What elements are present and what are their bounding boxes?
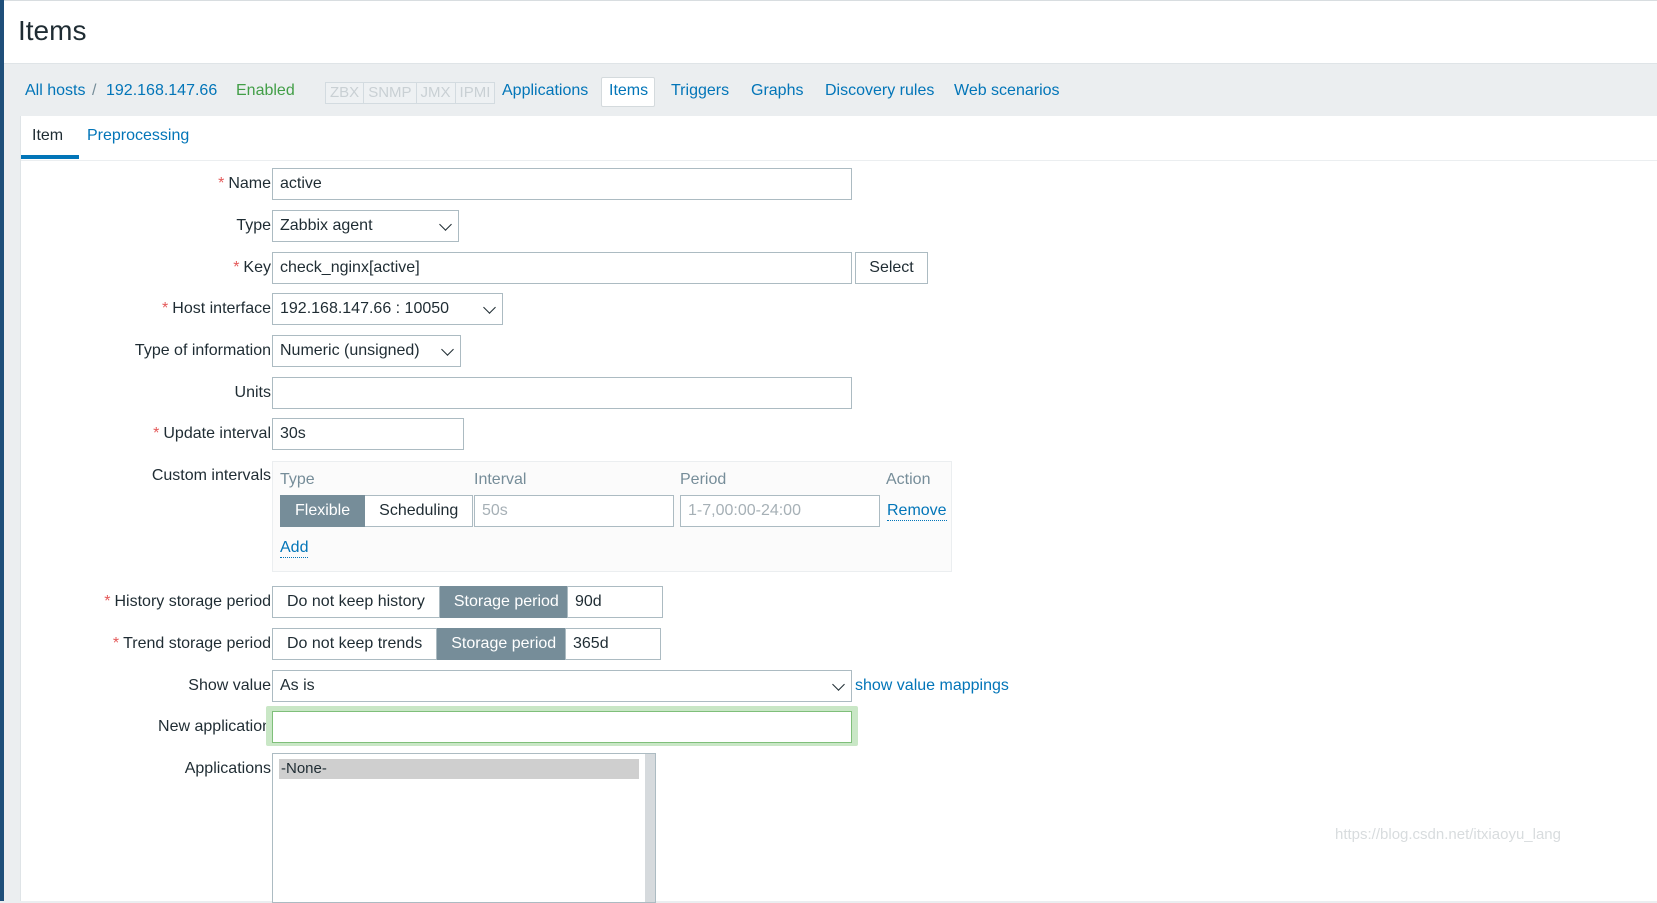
trend-storage-period-input[interactable]: 365d [565,628,661,660]
trend-storage-toggle: Do not keep trends Storage period [272,628,572,660]
history-do-not-keep-option[interactable]: Do not keep history [272,586,440,618]
ci-header-period: Period [680,471,727,488]
ci-header-action: Action [886,471,931,488]
key-label: * Key [233,259,271,276]
page-title: Items [18,15,87,46]
availability-ipmi: IPMI [454,83,495,103]
chevron-down-icon [483,301,496,314]
show-value-mappings-link[interactable]: show value mappings [855,676,1009,696]
show-value-label: Show value [188,677,271,694]
key-select-button[interactable]: Select [855,252,928,284]
availability-jmx: JMX [415,83,455,103]
custom-intervals-table: Type Interval Period Action Flexible Sch… [272,461,952,572]
history-storage-period-option[interactable]: Storage period [439,586,574,618]
breadcrumb-separator: / [92,82,97,99]
left-rail [0,0,4,901]
chevron-down-icon [439,218,452,231]
ci-type-flexible[interactable]: Flexible [280,495,366,527]
tab-preprocessing[interactable]: Preprocessing [87,126,189,146]
nav-applications[interactable]: Applications [502,81,588,101]
tab-bar: Item Preprocessing [21,116,1657,161]
ci-add-link[interactable]: Add [280,539,309,558]
host-status-badge[interactable]: Enabled [236,81,295,101]
type-label: Type [236,217,271,234]
breadcrumb-all-hosts[interactable]: All hosts [25,81,85,101]
nav-triggers[interactable]: Triggers [671,81,729,101]
new-application-label: New application [158,718,271,735]
tab-item-indicator [21,155,79,159]
history-storage-period-input[interactable]: 90d [567,586,663,618]
ci-interval-input[interactable]: 50s [474,495,674,527]
name-label: * Name [218,175,271,192]
nav-web-scenarios[interactable]: Web scenarios [954,81,1060,101]
host-interface-select[interactable]: 192.168.147.66 : 10050 [272,293,503,325]
show-value-select[interactable]: As is [272,670,852,702]
update-interval-input[interactable]: 30s [272,418,464,450]
new-application-input[interactable] [272,711,852,743]
update-interval-label: * Update interval [153,425,271,442]
units-input[interactable] [272,377,852,409]
watermark: https://blog.csdn.net/itxiaoyu_lang [1335,826,1561,843]
ci-header-interval: Interval [474,471,527,488]
units-label: Units [234,384,271,401]
tab-item[interactable]: Item [32,126,63,146]
applications-scrollbar[interactable] [645,754,655,902]
ci-remove-link[interactable]: Remove [887,502,947,521]
availability-zbx: ZBX [330,84,360,101]
trend-do-not-keep-option[interactable]: Do not keep trends [272,628,438,660]
nav-graphs[interactable]: Graphs [751,81,803,101]
nav-discovery-rules[interactable]: Discovery rules [825,81,934,101]
key-input[interactable]: check_nginx[active] [272,252,852,284]
applications-label: Applications [184,760,271,777]
breadcrumb-host[interactable]: 192.168.147.66 [106,81,217,101]
trend-storage-period-label: * Trend storage period [112,635,271,652]
availability-indicators: ZBX SNMP JMX IPMI [325,82,496,104]
history-storage-toggle: Do not keep history Storage period [272,586,574,618]
page-header: Items [4,0,1657,64]
trend-storage-period-option[interactable]: Storage period [437,628,572,660]
chevron-down-icon [441,343,454,356]
type-of-information-label: Type of information [134,342,271,359]
host-interface-label: * Host interface [162,300,271,317]
applications-option-none[interactable]: -None- [279,759,639,779]
custom-intervals-label: Custom intervals [151,467,271,484]
item-form-container: Item Preprocessing * Name active Type Zab… [20,116,1657,903]
applications-listbox[interactable]: -None- [272,753,656,903]
availability-snmp: SNMP [363,83,415,103]
history-storage-period-label: * History storage period [104,593,271,610]
nav-items[interactable]: Items [609,81,648,101]
ci-period-input[interactable]: 1-7,00:00-24:00 [680,495,880,527]
host-navigation: All hosts / 192.168.147.66 Enabled ZBX S… [4,64,1657,116]
ci-header-type: Type [280,471,315,488]
ci-type-scheduling[interactable]: Scheduling [365,495,474,527]
name-input[interactable]: active [272,168,852,200]
type-select[interactable]: Zabbix agent [272,210,459,242]
type-of-information-select[interactable]: Numeric (unsigned) [272,335,461,367]
chevron-down-icon [832,678,845,691]
ci-type-toggle: Flexible Scheduling [280,495,474,527]
